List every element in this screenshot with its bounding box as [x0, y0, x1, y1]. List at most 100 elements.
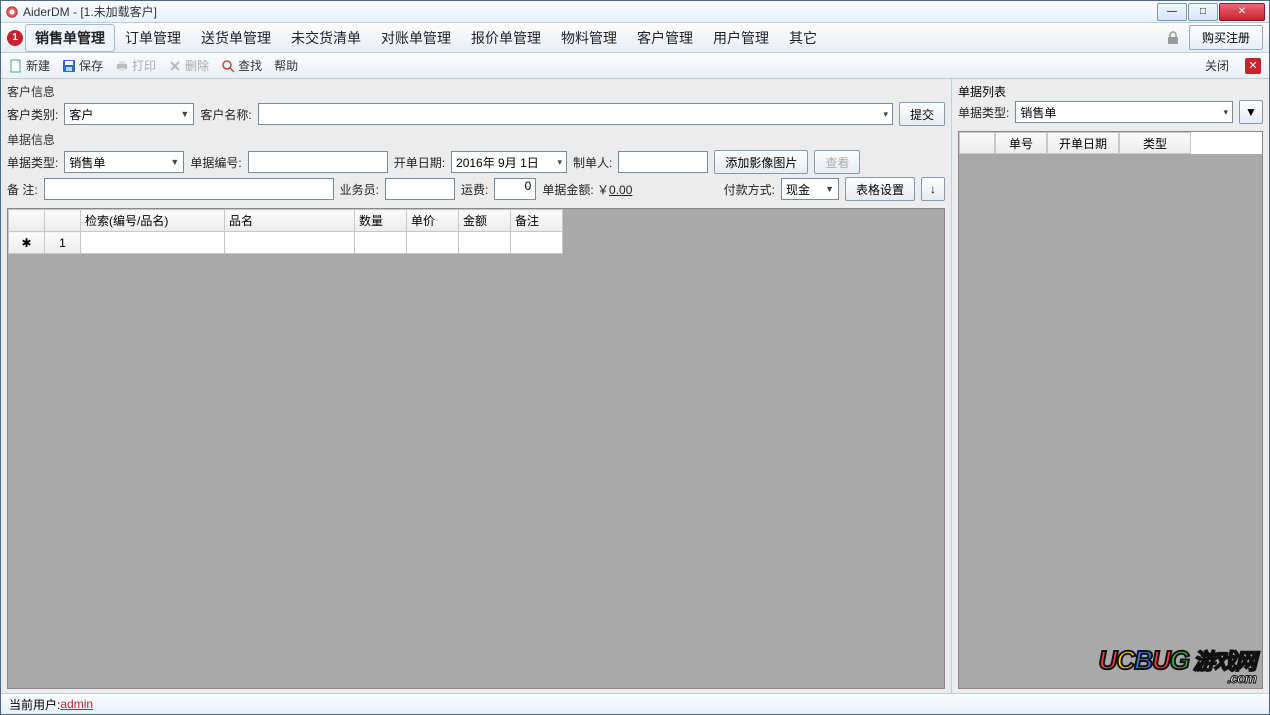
menu-other[interactable]: 其它 [779, 24, 827, 52]
order-group: 单据信息 单据类型: 销售单 ▼ 单据编号: 开单日期: 2016年 9月 1日… [7, 131, 945, 204]
menu-undelivered[interactable]: 未交货清单 [281, 24, 371, 52]
col-remark[interactable]: 备注 [511, 210, 563, 232]
menu-delivery[interactable]: 送货单管理 [191, 24, 281, 52]
col-amount[interactable]: 金额 [459, 210, 511, 232]
doc-list-header: 单号 开单日期 类型 [959, 132, 1262, 154]
minimize-button[interactable]: — [1157, 3, 1187, 21]
register-button[interactable]: 购买注册 [1189, 25, 1263, 50]
print-icon [115, 59, 129, 73]
cell-name[interactable] [225, 232, 355, 254]
doc-list-wrap: 单号 开单日期 类型 UCBUG游戏网 .com [958, 131, 1263, 689]
help-button[interactable]: 帮助 [274, 57, 298, 74]
menu-material[interactable]: 物料管理 [551, 24, 627, 52]
menu-statement[interactable]: 对账单管理 [371, 24, 461, 52]
cell-price[interactable] [407, 232, 459, 254]
close-button[interactable]: ✕ [1219, 3, 1265, 21]
status-user-link[interactable]: admin [60, 697, 93, 711]
maximize-button[interactable]: □ [1188, 3, 1218, 21]
order-group-label: 单据信息 [7, 131, 945, 148]
search-label: 查找 [238, 57, 262, 74]
menu-sales[interactable]: 销售单管理 [25, 24, 115, 52]
list-col-date[interactable]: 开单日期 [1047, 132, 1119, 154]
save-icon [62, 59, 76, 73]
search-icon [221, 59, 235, 73]
titlebar: AiderDM - [1.未加载客户] — □ ✕ [1, 1, 1269, 23]
order-maker-label: 制单人: [573, 154, 612, 171]
order-date-value: 2016年 9月 1日 [456, 154, 539, 171]
amount-label: 单据金额: ￥0.00 [542, 181, 632, 198]
staff-label: 业务员: [340, 181, 379, 198]
app-icon [5, 5, 19, 19]
right-pane: 单据列表 单据类型: 销售单 ▾ ▼ 单号 开单日期 类型 UCBUG游戏网 [951, 79, 1269, 693]
freight-input[interactable]: 0 [494, 178, 536, 200]
customer-type-label: 客户类别: [7, 106, 58, 123]
remark-label: 备 注: [7, 181, 38, 198]
right-type-combo[interactable]: 销售单 ▾ [1015, 101, 1233, 123]
list-col-type[interactable]: 类型 [1119, 132, 1191, 154]
left-pane: 客户信息 客户类别: 客户 ▼ 客户名称: ▾ 提交 单据 [1, 79, 951, 693]
right-dropdown-button[interactable]: ▼ [1239, 100, 1263, 124]
col-qty[interactable]: 数量 [355, 210, 407, 232]
delete-button[interactable]: 删除 [168, 57, 209, 74]
chevron-down-icon: ▾ [883, 109, 888, 120]
close-tab-button[interactable]: ✕ [1245, 58, 1261, 74]
submit-button[interactable]: 提交 [899, 102, 945, 126]
order-type-combo[interactable]: 销售单 ▼ [64, 151, 184, 173]
remark-input[interactable] [44, 178, 334, 200]
staff-input[interactable] [385, 178, 455, 200]
search-button[interactable]: 查找 [221, 57, 262, 74]
menu-user[interactable]: 用户管理 [703, 24, 779, 52]
pay-combo[interactable]: 现金 ▼ [781, 178, 839, 200]
save-label: 保存 [79, 57, 103, 74]
window-title: AiderDM - [1.未加载客户] [23, 3, 1156, 20]
down-button[interactable]: ↓ [921, 177, 945, 201]
add-image-button[interactable]: 添加影像图片 [714, 150, 808, 174]
chevron-down-icon: ▼ [170, 157, 179, 167]
save-button[interactable]: 保存 [62, 57, 103, 74]
customer-name-combo[interactable]: ▾ [258, 103, 893, 125]
menu-quote[interactable]: 报价单管理 [461, 24, 551, 52]
order-maker-input[interactable] [618, 151, 708, 173]
right-type-label: 单据类型: [958, 104, 1009, 121]
menu-orders[interactable]: 订单管理 [115, 24, 191, 52]
menu-customer[interactable]: 客户管理 [627, 24, 703, 52]
customer-type-value: 客户 [69, 106, 93, 123]
help-label: 帮助 [274, 57, 298, 74]
order-number-input[interactable] [248, 151, 388, 173]
print-button[interactable]: 打印 [115, 57, 156, 74]
col-price[interactable]: 单价 [407, 210, 459, 232]
table-settings-button[interactable]: 表格设置 [845, 177, 915, 201]
new-button[interactable]: 新建 [9, 57, 50, 74]
right-type-value: 销售单 [1020, 104, 1056, 121]
items-grid-wrap: 检索(编号/品名) 品名 数量 单价 金额 备注 ✱ 1 [7, 208, 945, 689]
list-col-number[interactable]: 单号 [995, 132, 1047, 154]
cell-qty[interactable] [355, 232, 407, 254]
list-corner [959, 132, 995, 154]
order-type-label: 单据类型: [7, 154, 58, 171]
view-button[interactable]: 查看 [814, 150, 860, 174]
cell-remark[interactable] [511, 232, 563, 254]
table-row[interactable]: ✱ 1 [9, 232, 563, 254]
status-label: 当前用户: [9, 696, 60, 713]
order-date-picker[interactable]: 2016年 9月 1日 ▾ [451, 151, 567, 173]
new-label: 新建 [26, 57, 50, 74]
delete-icon [168, 59, 182, 73]
main-area: 客户信息 客户类别: 客户 ▼ 客户名称: ▾ 提交 单据 [1, 79, 1269, 694]
grid-rownum-header [45, 210, 81, 232]
close-tab-label: 关闭 [1205, 57, 1229, 74]
items-grid[interactable]: 检索(编号/品名) 品名 数量 单价 金额 备注 ✱ 1 [8, 209, 563, 254]
customer-group-label: 客户信息 [7, 83, 945, 100]
col-search[interactable]: 检索(编号/品名) [81, 210, 225, 232]
pay-value: 现金 [786, 181, 810, 198]
customer-group: 客户信息 客户类别: 客户 ▼ 客户名称: ▾ 提交 [7, 83, 945, 129]
cell-amount[interactable] [459, 232, 511, 254]
menubar: 1 销售单管理 订单管理 送货单管理 未交货清单 对账单管理 报价单管理 物料管… [1, 23, 1269, 53]
cell-search[interactable] [81, 232, 225, 254]
order-date-label: 开单日期: [394, 154, 445, 171]
right-group-label: 单据列表 [958, 83, 1263, 100]
customer-type-combo[interactable]: 客户 ▼ [64, 103, 194, 125]
row-number: 1 [45, 232, 81, 254]
statusbar: 当前用户: admin [1, 694, 1269, 714]
toolbar: 新建 保存 打印 删除 查找 帮助 关闭 ✕ [1, 53, 1269, 79]
col-name[interactable]: 品名 [225, 210, 355, 232]
